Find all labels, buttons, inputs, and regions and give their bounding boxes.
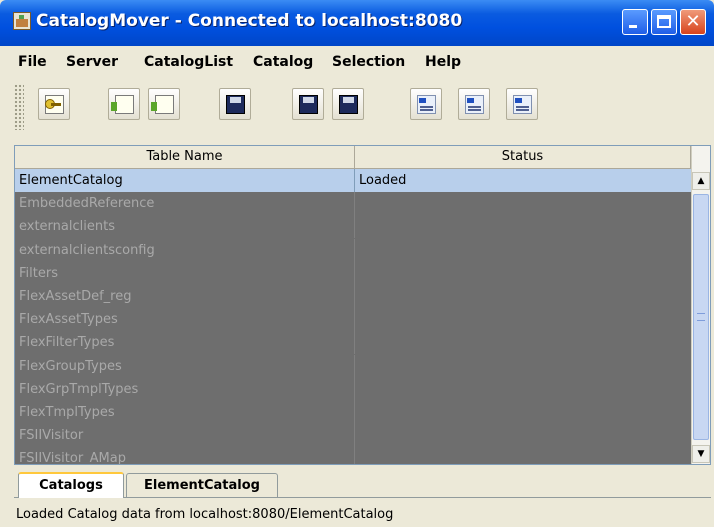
list-select-icon xyxy=(465,95,484,114)
chevron-up-icon: ▲ xyxy=(697,176,705,186)
table-body: ElementCatalog Loaded EmbeddedReference e… xyxy=(15,169,691,464)
toolbar xyxy=(14,80,714,136)
menu-catalog[interactable]: Catalog xyxy=(253,54,313,70)
tab-elementcatalog[interactable]: ElementCatalog xyxy=(126,473,278,497)
table-row[interactable]: EmbeddedReference xyxy=(15,192,691,216)
status-cell[interactable] xyxy=(355,215,691,238)
status-cell[interactable] xyxy=(355,355,691,378)
table-name-cell[interactable]: FlexGroupTypes xyxy=(15,354,355,378)
scroll-up-button[interactable]: ▲ xyxy=(692,172,710,190)
table-name-cell[interactable]: FlexGrpTmplTypes xyxy=(15,377,355,401)
status-cell[interactable] xyxy=(355,331,691,354)
status-cell[interactable] xyxy=(355,262,691,285)
status-cell[interactable] xyxy=(355,239,691,262)
menu-file[interactable]: File xyxy=(18,54,47,70)
table-row[interactable]: externalclients xyxy=(15,215,691,239)
table-row[interactable]: externalclientsconfig xyxy=(15,238,691,262)
toolbar-grip[interactable] xyxy=(14,84,24,130)
catalogmover-window: CatalogMover - Connected to localhost:80… xyxy=(0,0,714,527)
table-name-cell[interactable]: FSIIVisitor_AMap xyxy=(15,447,355,464)
column-header-table-name[interactable]: Table Name xyxy=(15,146,355,168)
table-row[interactable]: FlexAssetDef_reg xyxy=(15,284,691,308)
chevron-down-icon: ▼ xyxy=(697,449,705,459)
scroll-down-button[interactable]: ▼ xyxy=(692,445,710,463)
table-header: Table Name Status xyxy=(15,146,691,169)
table-name-cell[interactable]: Filters xyxy=(15,261,355,285)
status-cell[interactable] xyxy=(355,285,691,308)
column-header-status[interactable]: Status xyxy=(355,146,691,168)
table-row[interactable]: FSIIVisitor xyxy=(15,424,691,448)
table-name-cell[interactable]: externalclients xyxy=(15,215,355,239)
status-bar: Loaded Catalog data from localhost:8080/… xyxy=(16,507,394,522)
status-cell[interactable] xyxy=(355,378,691,401)
scroll-thumb[interactable] xyxy=(693,194,709,440)
export-button[interactable] xyxy=(292,88,324,120)
table-row[interactable]: FlexGroupTypes xyxy=(15,354,691,378)
disk-export-icon xyxy=(299,95,318,114)
table-name-cell[interactable]: FlexFilterTypes xyxy=(15,331,355,355)
table-name-cell[interactable]: FlexAssetDef_reg xyxy=(15,284,355,308)
disk-import-az-icon xyxy=(339,95,358,114)
list-ab-icon xyxy=(417,95,436,114)
disk-save-icon xyxy=(226,95,245,114)
title-bar[interactable]: CatalogMover - Connected to localhost:80… xyxy=(0,0,714,46)
connect-key-icon xyxy=(45,95,64,114)
status-cell[interactable] xyxy=(355,401,691,424)
menu-selection[interactable]: Selection xyxy=(332,54,405,70)
save-button[interactable] xyxy=(219,88,251,120)
table-name-cell[interactable]: EmbeddedReference xyxy=(15,192,355,216)
vertical-scrollbar[interactable]: ▲ ▼ xyxy=(691,146,710,464)
table-row[interactable]: FlexTmplTypes xyxy=(15,400,691,424)
load-catalog-button[interactable] xyxy=(108,88,140,120)
app-icon xyxy=(13,12,31,30)
list-grid-icon xyxy=(513,95,532,114)
status-cell[interactable]: Loaded xyxy=(355,169,691,192)
table-name-cell[interactable]: FlexAssetTypes xyxy=(15,308,355,332)
load-catalog-alt-button[interactable] xyxy=(148,88,180,120)
status-cell[interactable] xyxy=(355,424,691,447)
card-grid-icon xyxy=(111,95,134,114)
minimize-button[interactable] xyxy=(622,9,648,35)
tab-catalogs[interactable]: Catalogs xyxy=(18,472,124,498)
table-name-cell[interactable]: FSIIVisitor xyxy=(15,424,355,448)
menu-cataloglist[interactable]: CatalogList xyxy=(144,54,233,70)
table-row[interactable]: FlexGrpTmplTypes xyxy=(15,377,691,401)
table-row[interactable]: FlexFilterTypes xyxy=(15,331,691,355)
import-sorted-button[interactable] xyxy=(332,88,364,120)
connect-button[interactable] xyxy=(38,88,70,120)
status-cell[interactable] xyxy=(355,308,691,331)
menu-server[interactable]: Server xyxy=(66,54,118,70)
table-name-cell[interactable]: externalclientsconfig xyxy=(15,238,355,262)
select-ab-button[interactable] xyxy=(410,88,442,120)
maximize-button[interactable] xyxy=(651,9,677,35)
status-cell[interactable] xyxy=(355,192,691,215)
menu-help[interactable]: Help xyxy=(425,54,461,70)
table-row[interactable]: Filters xyxy=(15,261,691,285)
tab-strip: Catalogs ElementCatalog xyxy=(14,472,711,498)
table-row[interactable]: FlexAssetTypes xyxy=(15,308,691,332)
close-button[interactable]: ✕ xyxy=(680,9,706,35)
select-list-button[interactable] xyxy=(458,88,490,120)
window-title: CatalogMover - Connected to localhost:80… xyxy=(36,11,463,31)
close-icon: ✕ xyxy=(685,11,701,32)
status-cell[interactable] xyxy=(355,447,691,464)
menu-bar: File Server CatalogList Catalog Selectio… xyxy=(0,52,714,76)
card-grid-alt-icon xyxy=(151,95,174,114)
table-name-cell[interactable]: ElementCatalog xyxy=(15,169,355,192)
table-name-cell[interactable]: FlexTmplTypes xyxy=(15,400,355,424)
table-row[interactable]: FSIIVisitor_AMap xyxy=(15,447,691,464)
table-row[interactable]: ElementCatalog Loaded xyxy=(15,169,691,193)
catalog-table: Table Name Status ElementCatalog Loaded E… xyxy=(14,145,711,465)
select-grid-button[interactable] xyxy=(506,88,538,120)
